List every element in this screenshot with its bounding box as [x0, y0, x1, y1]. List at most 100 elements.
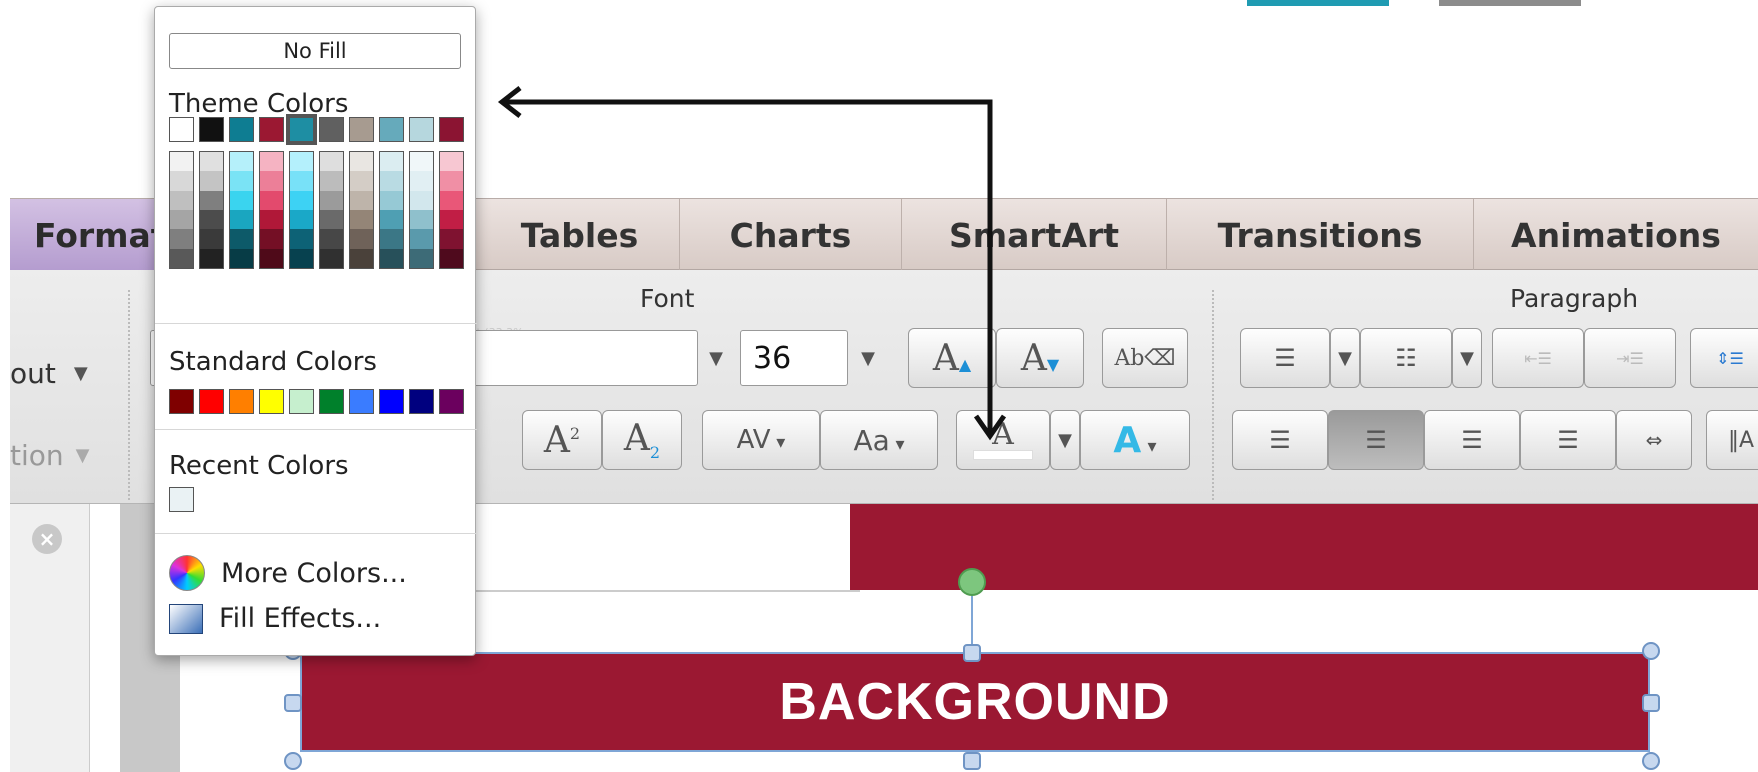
- tint-swatch[interactable]: [350, 171, 373, 191]
- tab-transitions[interactable]: Transitions: [1167, 199, 1474, 271]
- theme-color-swatch[interactable]: [439, 117, 464, 142]
- theme-color-swatch[interactable]: [319, 117, 344, 142]
- tint-swatch[interactable]: [170, 209, 193, 230]
- tint-swatch[interactable]: [290, 248, 313, 268]
- shrink-font-button[interactable]: A▼: [996, 328, 1084, 388]
- tint-swatch[interactable]: [410, 229, 433, 249]
- tint-swatch[interactable]: [170, 190, 193, 210]
- theme-color-swatch[interactable]: [229, 117, 254, 142]
- font-color-button[interactable]: A: [956, 410, 1050, 470]
- tint-swatch[interactable]: [200, 152, 223, 172]
- tint-swatch[interactable]: [380, 209, 403, 230]
- tint-swatch[interactable]: [200, 209, 223, 230]
- tint-swatch[interactable]: [380, 171, 403, 191]
- tab-animations[interactable]: Animations: [1474, 199, 1758, 271]
- resize-handle-right[interactable]: [1642, 694, 1660, 712]
- theme-color-swatch[interactable]: [199, 117, 224, 142]
- resize-handle-bottom-left[interactable]: [284, 752, 302, 770]
- justify-button[interactable]: ☰: [1520, 410, 1616, 470]
- recent-color-swatch[interactable]: [169, 487, 194, 512]
- tint-swatch[interactable]: [290, 152, 313, 172]
- standard-color-swatch[interactable]: [169, 389, 194, 414]
- tint-swatch[interactable]: [230, 171, 253, 191]
- change-case-button[interactable]: Aa ▾: [820, 410, 938, 470]
- distributed-button[interactable]: ⇔: [1616, 410, 1692, 470]
- increase-indent-button[interactable]: ⇥☰: [1584, 328, 1676, 388]
- section-dropdown[interactable]: tion ▼: [10, 432, 110, 478]
- red-header-band[interactable]: [850, 504, 1758, 590]
- tint-swatch[interactable]: [170, 152, 193, 172]
- tint-swatch[interactable]: [440, 209, 463, 230]
- font-name-dropdown[interactable]: ▼: [698, 330, 734, 386]
- resize-handle-bottom[interactable]: [963, 752, 981, 770]
- text-direction-button[interactable]: ‖A: [1706, 410, 1758, 470]
- no-fill-button[interactable]: No Fill: [169, 33, 461, 69]
- standard-color-swatch[interactable]: [229, 389, 254, 414]
- tint-swatch[interactable]: [230, 152, 253, 172]
- bullets-dropdown[interactable]: ▼: [1330, 328, 1360, 388]
- numbering-dropdown[interactable]: ▼: [1452, 328, 1482, 388]
- tint-swatch[interactable]: [320, 209, 343, 230]
- tint-swatch[interactable]: [260, 229, 283, 249]
- tint-swatch[interactable]: [440, 229, 463, 249]
- clear-formatting-button[interactable]: Ab⌫: [1102, 328, 1188, 388]
- tint-swatch[interactable]: [260, 209, 283, 230]
- tint-swatch[interactable]: [380, 229, 403, 249]
- tint-swatch[interactable]: [170, 171, 193, 191]
- tint-swatch[interactable]: [230, 248, 253, 268]
- theme-color-swatch[interactable]: [379, 117, 404, 142]
- tab-tables[interactable]: Tables: [480, 199, 680, 271]
- superscript-button[interactable]: A2: [522, 410, 602, 470]
- tint-swatch[interactable]: [200, 171, 223, 191]
- standard-color-swatch[interactable]: [439, 389, 464, 414]
- tint-swatch[interactable]: [170, 229, 193, 249]
- rotation-handle[interactable]: [958, 568, 986, 596]
- tint-swatch[interactable]: [440, 190, 463, 210]
- tint-swatch[interactable]: [410, 152, 433, 172]
- tint-swatch[interactable]: [350, 190, 373, 210]
- tint-swatch[interactable]: [350, 248, 373, 268]
- tint-swatch[interactable]: [380, 190, 403, 210]
- theme-color-swatch[interactable]: [169, 117, 194, 142]
- tint-swatch[interactable]: [410, 190, 433, 210]
- tint-swatch[interactable]: [380, 152, 403, 172]
- text-effects-button[interactable]: A ▾: [1080, 410, 1190, 470]
- tint-swatch[interactable]: [260, 171, 283, 191]
- close-icon[interactable]: ×: [32, 524, 62, 554]
- resize-handle-left[interactable]: [284, 694, 302, 712]
- standard-color-swatch[interactable]: [259, 389, 284, 414]
- tint-swatch[interactable]: [290, 229, 313, 249]
- tint-swatch[interactable]: [320, 248, 343, 268]
- standard-color-swatch[interactable]: [379, 389, 404, 414]
- tint-swatch[interactable]: [410, 171, 433, 191]
- bullets-button[interactable]: ☰: [1240, 328, 1330, 388]
- tint-swatch[interactable]: [350, 229, 373, 249]
- tint-swatch[interactable]: [350, 209, 373, 230]
- tint-swatch[interactable]: [230, 190, 253, 210]
- font-color-dropdown[interactable]: ▼: [1050, 410, 1080, 470]
- tint-swatch[interactable]: [380, 248, 403, 268]
- standard-color-swatch[interactable]: [409, 389, 434, 414]
- tint-swatch[interactable]: [260, 248, 283, 268]
- tint-swatch[interactable]: [320, 229, 343, 249]
- tint-swatch[interactable]: [290, 190, 313, 210]
- align-right-button[interactable]: ☰: [1424, 410, 1520, 470]
- resize-handle-top[interactable]: [963, 644, 981, 662]
- tint-swatch[interactable]: [320, 171, 343, 191]
- tint-swatch[interactable]: [320, 190, 343, 210]
- tint-swatch[interactable]: [200, 190, 223, 210]
- subscript-button[interactable]: A2: [602, 410, 682, 470]
- top-gray-button[interactable]: [1439, 0, 1581, 6]
- standard-color-swatch[interactable]: [319, 389, 344, 414]
- theme-color-swatch[interactable]: [409, 117, 434, 142]
- font-size-dropdown[interactable]: ▼: [850, 330, 886, 386]
- resize-handle-top-right[interactable]: [1642, 642, 1660, 660]
- tint-swatch[interactable]: [200, 248, 223, 268]
- tint-swatch[interactable]: [440, 248, 463, 268]
- tint-swatch[interactable]: [440, 171, 463, 191]
- tab-smartart[interactable]: SmartArt: [902, 199, 1167, 271]
- standard-color-swatch[interactable]: [199, 389, 224, 414]
- tint-swatch[interactable]: [200, 229, 223, 249]
- background-text-box[interactable]: BACKGROUND: [300, 652, 1650, 752]
- standard-color-swatch[interactable]: [349, 389, 374, 414]
